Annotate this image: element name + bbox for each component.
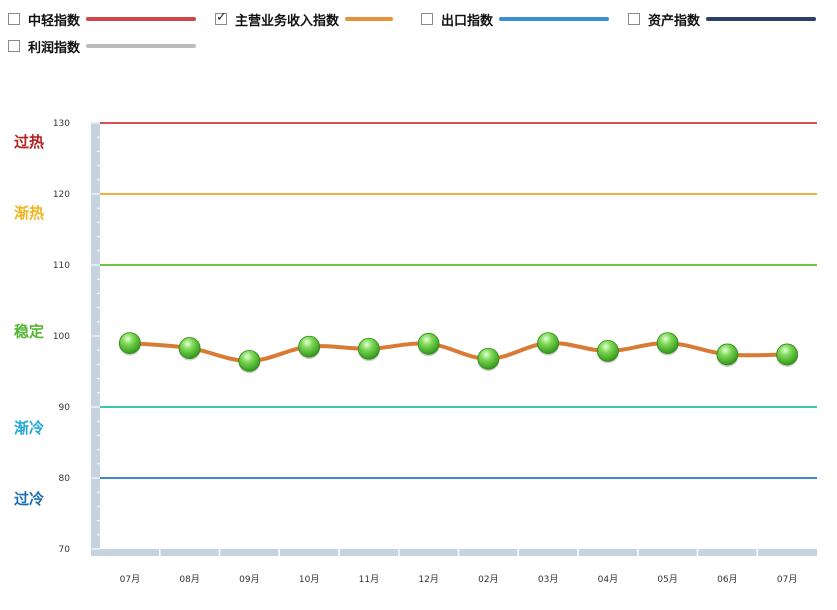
y-tick-label: 100 — [53, 332, 70, 342]
data-point — [776, 343, 799, 366]
data-point — [656, 332, 679, 355]
y-tick-label: 110 — [53, 261, 70, 271]
x-tick-label: 09月 — [239, 574, 259, 585]
x-tick-label: 12月 — [418, 574, 438, 585]
data-point — [596, 340, 619, 362]
x-tick-label: 10月 — [299, 574, 319, 585]
index-line-chart: 70 80 90 100 110 120 130 07月 08月 09月 10月 11月 12月 02月 0… — [14, 119, 817, 585]
data-point — [298, 335, 321, 358]
data-point — [178, 337, 201, 359]
y-tick-label: 90 — [59, 403, 71, 413]
data-point — [357, 337, 380, 360]
y-tick-label: 80 — [59, 474, 71, 484]
x-tick-label: 08月 — [179, 574, 199, 585]
x-tick-label: 11月 — [359, 574, 379, 585]
data-point — [716, 343, 739, 366]
data-point — [537, 332, 560, 355]
zone-label: 稳定 — [14, 322, 44, 340]
y-tick-label: 70 — [59, 545, 71, 555]
zone-label: 过冷 — [14, 490, 44, 508]
data-point — [417, 332, 440, 355]
x-tick-label: 03月 — [538, 574, 558, 585]
series-line — [127, 341, 790, 363]
x-tick-label: 07月 — [120, 574, 140, 585]
x-tick-label: 06月 — [717, 574, 737, 585]
data-point — [118, 332, 141, 355]
x-tick-label: 04月 — [598, 574, 618, 585]
data-point — [238, 349, 261, 372]
data-point — [477, 347, 500, 370]
x-tick-label: 05月 — [657, 574, 677, 585]
x-tick-label: 07月 — [777, 574, 797, 585]
zone-label: 过热 — [14, 133, 44, 151]
y-tick-label: 130 — [53, 119, 70, 129]
zone-label: 渐冷 — [14, 419, 44, 437]
x-axis-bar — [91, 549, 817, 556]
zone-label: 渐热 — [14, 204, 44, 222]
x-tick-label: 02月 — [478, 574, 498, 585]
y-tick-label: 120 — [53, 190, 70, 200]
